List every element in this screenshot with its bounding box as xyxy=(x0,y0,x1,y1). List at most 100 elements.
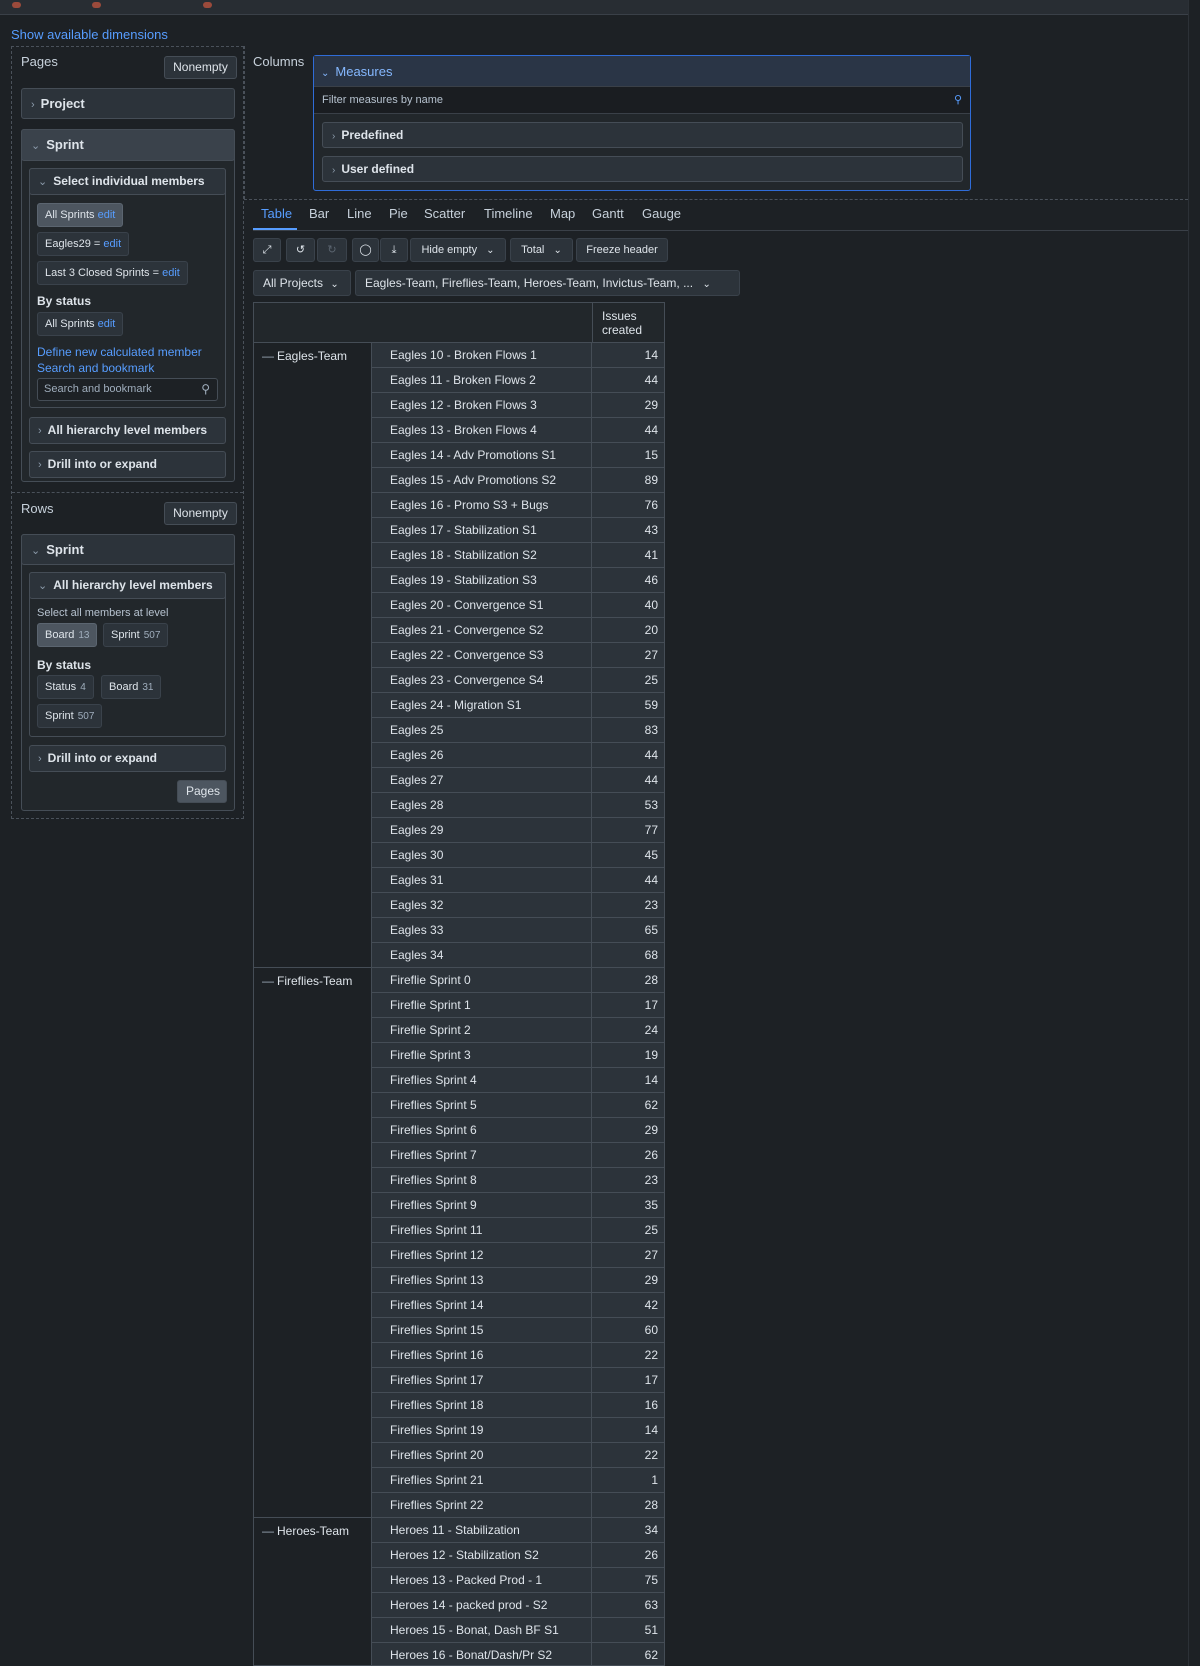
status-level-chip-board[interactable]: Board 31 xyxy=(101,675,162,699)
issues-created-cell[interactable]: 16 xyxy=(592,1393,664,1417)
all-hierarchy-level-members-header[interactable]: › All hierarchy level members xyxy=(29,417,226,444)
undo-button[interactable]: ↺ xyxy=(286,238,315,262)
move-to-pages-button[interactable]: Pages xyxy=(177,780,227,803)
sprint-name-cell[interactable]: Eagles 29 xyxy=(372,818,592,842)
sprint-name-cell[interactable]: Eagles 28 xyxy=(372,793,592,817)
table-row[interactable]: Heroes 15 - Bonat, Dash BF S1 51 xyxy=(372,1618,664,1643)
issues-created-cell[interactable]: 63 xyxy=(592,1593,664,1617)
issues-created-cell[interactable]: 27 xyxy=(592,643,664,667)
table-row[interactable]: Eagles 15 - Adv Promotions S2 89 xyxy=(372,468,664,493)
table-row[interactable]: Heroes 13 - Packed Prod - 1 75 xyxy=(372,1568,664,1593)
sprint-name-cell[interactable]: Fireflies Sprint 6 xyxy=(372,1118,592,1142)
issues-created-cell[interactable]: 23 xyxy=(592,893,664,917)
member-chip-eagles29[interactable]: Eagles29 = edit xyxy=(37,232,130,256)
table-row[interactable]: Fireflies Sprint 7 26 xyxy=(372,1143,664,1168)
rows-drill-into-expand-header[interactable]: › Drill into or expand xyxy=(29,745,226,772)
collapse-icon[interactable]: — xyxy=(262,349,274,363)
table-row[interactable]: Fireflies Sprint 21 1 xyxy=(372,1468,664,1493)
project-filter-dropdown[interactable]: All Projects ⌄ xyxy=(253,270,351,296)
tab-gauge[interactable]: Gauge xyxy=(642,206,681,221)
tab-gantt[interactable]: Gantt xyxy=(592,206,624,221)
issues-created-cell[interactable]: 46 xyxy=(592,568,664,592)
table-row[interactable]: Heroes 16 - Bonat/Dash/Pr S2 62 xyxy=(372,1643,664,1665)
sprint-name-cell[interactable]: Eagles 14 - Adv Promotions S1 xyxy=(372,443,592,467)
issues-created-cell[interactable]: 24 xyxy=(592,1018,664,1042)
sprint-name-cell[interactable]: Eagles 18 - Stabilization S2 xyxy=(372,543,592,567)
issues-created-cell[interactable]: 59 xyxy=(592,693,664,717)
app-icon[interactable] xyxy=(92,2,101,8)
edit-link[interactable]: edit xyxy=(98,318,116,330)
table-row[interactable]: Heroes 11 - Stabilization 34 xyxy=(372,1518,664,1543)
table-row[interactable]: Eagles 16 - Promo S3 + Bugs 76 xyxy=(372,493,664,518)
issues-created-cell[interactable]: 44 xyxy=(592,418,664,442)
sprint-name-cell[interactable]: Eagles 30 xyxy=(372,843,592,867)
member-chip-all-sprints[interactable]: All Sprints edit xyxy=(37,203,124,227)
row-group-header[interactable]: — Heroes-Team xyxy=(254,1518,372,1665)
table-row[interactable]: Fireflies Sprint 15 60 xyxy=(372,1318,664,1343)
sprint-name-cell[interactable]: Eagles 12 - Broken Flows 3 xyxy=(372,393,592,417)
table-row[interactable]: Eagles 23 - Convergence S4 25 xyxy=(372,668,664,693)
tab-timeline[interactable]: Timeline xyxy=(484,206,533,221)
sprint-name-cell[interactable]: Fireflies Sprint 16 xyxy=(372,1343,592,1367)
table-row[interactable]: Eagles 17 - Stabilization S1 43 xyxy=(372,518,664,543)
rows-sprint-header[interactable]: ⌄ Sprint xyxy=(21,534,235,565)
issues-created-cell[interactable]: 27 xyxy=(592,1243,664,1267)
issues-created-cell[interactable]: 35 xyxy=(592,1193,664,1217)
issues-created-cell[interactable]: 14 xyxy=(592,1068,664,1092)
issues-created-cell[interactable]: 43 xyxy=(592,518,664,542)
row-group-header[interactable]: — Eagles-Team xyxy=(254,343,372,968)
measures-header[interactable]: ⌄ Measures xyxy=(314,56,970,87)
pages-nonempty-button[interactable]: Nonempty xyxy=(164,56,237,79)
table-row[interactable]: Eagles 20 - Convergence S1 40 xyxy=(372,593,664,618)
issues-created-cell[interactable]: 44 xyxy=(592,768,664,792)
sprint-name-cell[interactable]: Heroes 16 - Bonat/Dash/Pr S2 xyxy=(372,1643,592,1665)
sprint-name-cell[interactable]: Eagles 16 - Promo S3 + Bugs xyxy=(372,493,592,517)
issues-created-cell[interactable]: 40 xyxy=(592,593,664,617)
rows-all-hierarchy-header[interactable]: ⌄ All hierarchy level members xyxy=(29,572,226,599)
issues-created-cell[interactable]: 53 xyxy=(592,793,664,817)
sprint-name-cell[interactable]: Fireflies Sprint 9 xyxy=(372,1193,592,1217)
issues-created-cell[interactable]: 44 xyxy=(592,743,664,767)
level-chip-board[interactable]: Board 13 xyxy=(37,623,98,647)
sprint-name-cell[interactable]: Eagles 22 - Convergence S3 xyxy=(372,643,592,667)
sprint-name-cell[interactable]: Fireflies Sprint 11 xyxy=(372,1218,592,1242)
table-row[interactable]: Fireflies Sprint 20 22 xyxy=(372,1443,664,1468)
issues-created-cell[interactable]: 42 xyxy=(592,1293,664,1317)
issues-created-cell[interactable]: 23 xyxy=(592,1168,664,1192)
issues-created-cell[interactable]: 17 xyxy=(592,1368,664,1392)
sprint-name-cell[interactable]: Fireflies Sprint 13 xyxy=(372,1268,592,1292)
team-filter-dropdown[interactable]: Eagles-Team, Fireflies-Team, Heroes-Team… xyxy=(355,270,740,296)
table-row[interactable]: Fireflies Sprint 8 23 xyxy=(372,1168,664,1193)
sprint-name-cell[interactable]: Fireflies Sprint 21 xyxy=(372,1468,592,1492)
sprint-name-cell[interactable]: Eagles 31 xyxy=(372,868,592,892)
sprint-name-cell[interactable]: Eagles 11 - Broken Flows 2 xyxy=(372,368,592,392)
table-row[interactable]: Heroes 12 - Stabilization S2 26 xyxy=(372,1543,664,1568)
tab-table[interactable]: Table xyxy=(261,206,292,221)
issues-created-cell[interactable]: 25 xyxy=(592,668,664,692)
issues-created-cell[interactable]: 22 xyxy=(592,1343,664,1367)
table-row[interactable]: Eagles 12 - Broken Flows 3 29 xyxy=(372,393,664,418)
select-individual-members-header[interactable]: ⌄ Select individual members xyxy=(29,168,226,195)
table-row[interactable]: Eagles 25 83 xyxy=(372,718,664,743)
collapse-icon[interactable]: — xyxy=(262,1524,274,1538)
table-row[interactable]: Fireflies Sprint 6 29 xyxy=(372,1118,664,1143)
sprint-name-cell[interactable]: Eagles 26 xyxy=(372,743,592,767)
hide-empty-dropdown[interactable]: Hide empty ⌄ xyxy=(410,238,506,262)
issues-created-cell[interactable]: 60 xyxy=(592,1318,664,1342)
table-row[interactable]: Eagles 11 - Broken Flows 2 44 xyxy=(372,368,664,393)
status-level-chip-sprint[interactable]: Sprint 507 xyxy=(37,704,103,728)
sprint-name-cell[interactable]: Fireflies Sprint 20 xyxy=(372,1443,592,1467)
issues-created-cell[interactable]: 29 xyxy=(592,1118,664,1142)
table-row[interactable]: Eagles 22 - Convergence S3 27 xyxy=(372,643,664,668)
table-row[interactable]: Fireflies Sprint 4 14 xyxy=(372,1068,664,1093)
sprint-name-cell[interactable]: Eagles 10 - Broken Flows 1 xyxy=(372,343,592,367)
table-row[interactable]: Fireflie Sprint 1 17 xyxy=(372,993,664,1018)
issues-created-cell[interactable]: 28 xyxy=(592,968,664,992)
sprint-name-cell[interactable]: Fireflies Sprint 5 xyxy=(372,1093,592,1117)
issues-created-cell[interactable]: 68 xyxy=(592,943,664,967)
search-and-bookmark-link[interactable]: Search and bookmark xyxy=(37,361,154,375)
sprint-name-cell[interactable]: Eagles 25 xyxy=(372,718,592,742)
rows-nonempty-button[interactable]: Nonempty xyxy=(164,502,237,525)
sprint-name-cell[interactable]: Fireflies Sprint 15 xyxy=(372,1318,592,1342)
issues-created-cell[interactable]: 76 xyxy=(592,493,664,517)
